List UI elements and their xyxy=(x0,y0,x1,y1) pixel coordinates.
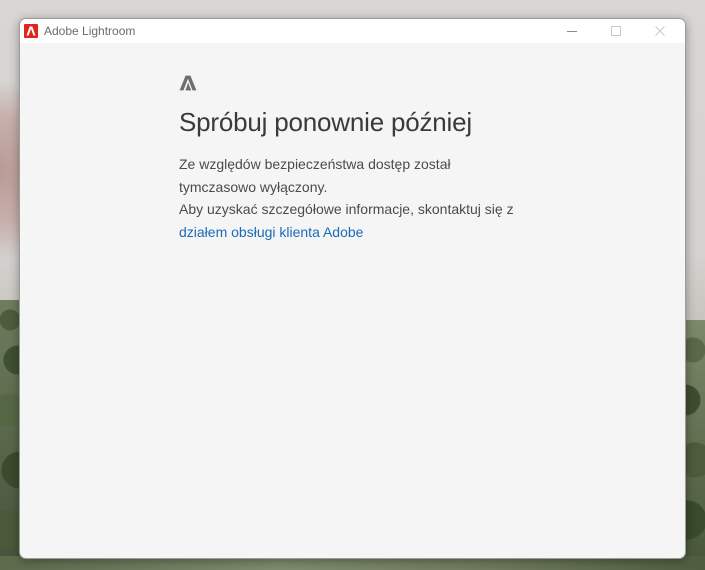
close-icon xyxy=(655,26,665,36)
minimize-button[interactable] xyxy=(550,19,594,43)
message-line-2: tymczasowo wyłączony. xyxy=(179,178,328,195)
lightroom-window: Adobe Lightroom Spróbuj ponownie później… xyxy=(19,18,686,559)
window-title: Adobe Lightroom xyxy=(44,24,136,38)
minimize-icon xyxy=(567,31,577,32)
adobe-logo-icon xyxy=(179,75,197,91)
maximize-button[interactable] xyxy=(594,19,638,43)
error-message: Ze względów bezpieczeństwa dostęp został… xyxy=(179,153,599,243)
title-bar[interactable]: Adobe Lightroom xyxy=(20,19,685,43)
adobe-app-icon xyxy=(24,24,38,38)
message-line-1: Ze względów bezpieczeństwa dostęp został xyxy=(179,156,451,172)
error-heading: Spróbuj ponownie później xyxy=(179,107,472,137)
message-line-3: Aby uzyskać szczegółowe informacje, skon… xyxy=(179,201,514,217)
close-button[interactable] xyxy=(638,19,682,43)
adobe-support-link[interactable]: działem obsługi klienta Adobe xyxy=(179,221,599,244)
maximize-icon xyxy=(611,26,621,36)
